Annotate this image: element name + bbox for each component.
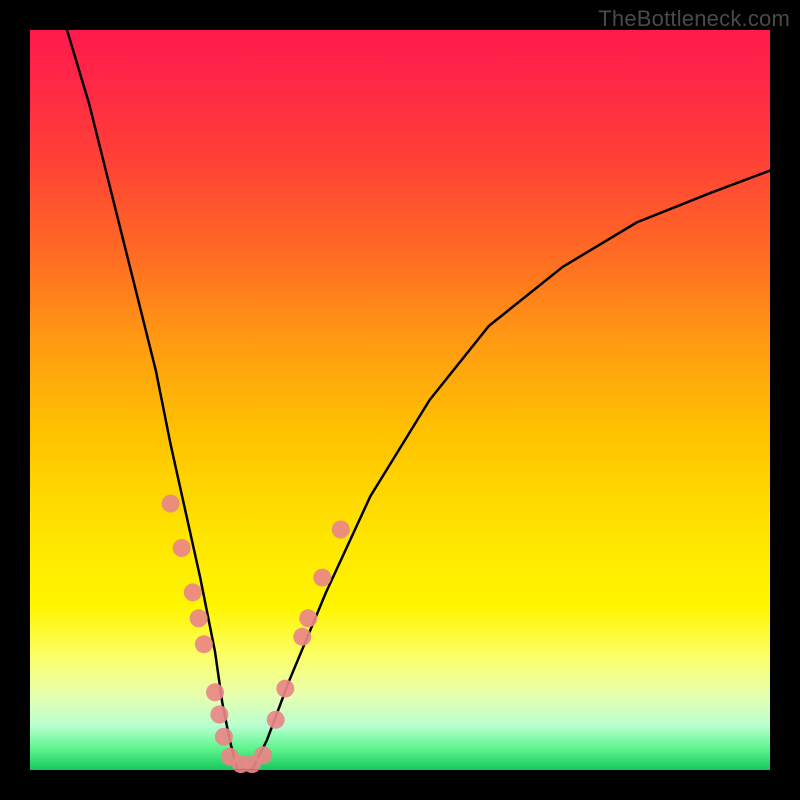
data-point <box>210 706 228 724</box>
data-point <box>254 746 272 764</box>
bottleneck-curve <box>67 30 770 770</box>
data-point <box>313 569 331 587</box>
data-point <box>332 521 350 539</box>
watermark-text: TheBottleneck.com <box>598 6 790 32</box>
data-point <box>173 539 191 557</box>
data-point <box>276 680 294 698</box>
data-point <box>162 495 180 513</box>
curve-path <box>67 30 770 770</box>
chart-frame: TheBottleneck.com <box>0 0 800 800</box>
data-point <box>293 628 311 646</box>
plot-area <box>30 30 770 770</box>
data-point <box>206 683 224 701</box>
data-point <box>190 609 208 627</box>
chart-svg <box>30 30 770 770</box>
data-point <box>267 711 285 729</box>
data-point <box>195 635 213 653</box>
data-point <box>184 583 202 601</box>
baseline <box>30 769 770 770</box>
data-point <box>215 728 233 746</box>
data-point <box>299 609 317 627</box>
